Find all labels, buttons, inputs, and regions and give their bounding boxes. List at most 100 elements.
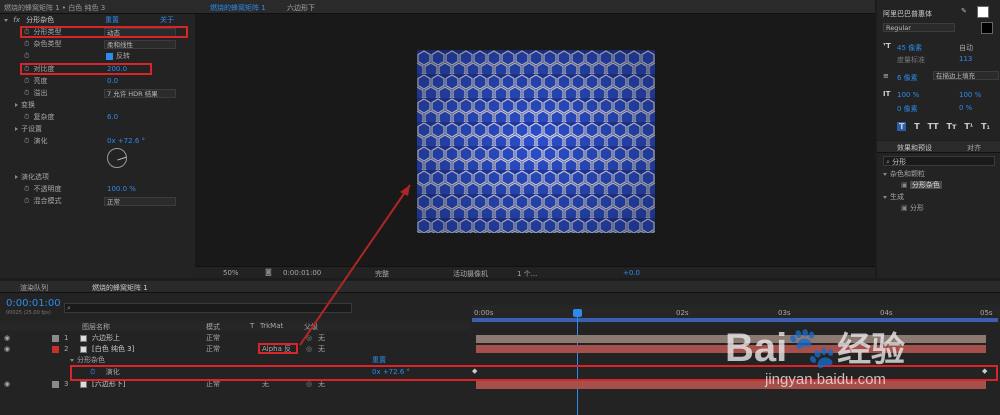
superscript-button[interactable]: T¹ — [964, 122, 973, 131]
camera-icon[interactable]: ◙ — [265, 268, 272, 276]
camera-select[interactable]: 活动摄像机 — [453, 269, 488, 279]
label-color[interactable] — [52, 381, 59, 388]
fx-prop-value[interactable]: 6.0 — [107, 112, 118, 123]
evolution-dial[interactable] — [107, 148, 127, 168]
fx-prop-label: 溢出 — [33, 89, 48, 97]
vscale-value[interactable]: 100 % — [897, 91, 919, 99]
checkbox-icon[interactable] — [106, 53, 113, 60]
visibility-icon[interactable]: ◉ — [4, 345, 10, 353]
preset-item-fractal-noise[interactable]: ▣ 分形杂色 — [901, 180, 942, 190]
stopwatch-icon[interactable]: ⏱ — [24, 52, 29, 60]
playhead[interactable] — [577, 309, 578, 415]
fx-prop-value[interactable]: 100.0 % — [107, 184, 136, 195]
small-caps-button[interactable]: Tт — [946, 122, 956, 131]
composition-canvas[interactable] — [417, 50, 655, 233]
fx-prop-dropdown[interactable]: 正常 — [104, 197, 176, 206]
fx-prop-row[interactable]: 演化选项 — [0, 172, 195, 183]
font-family-field[interactable]: 阿里巴巴普惠体 — [883, 9, 951, 19]
quality-select[interactable]: 完整 — [375, 269, 389, 279]
fx-prop-row[interactable]: ⏱ 亮度 0.0 — [0, 76, 195, 87]
tab-render-queue[interactable]: 渲染队列 — [20, 283, 48, 293]
fx-prop-value[interactable]: 0x +72.6 ° — [107, 136, 145, 147]
fx-prop-row[interactable]: ⏱ 反转 — [0, 51, 195, 62]
stopwatch-icon[interactable]: ⏱ — [24, 197, 29, 205]
fx-prop-checkbox[interactable]: 反转 — [116, 51, 130, 62]
layer-parent[interactable]: 无 — [318, 344, 325, 355]
eyedropper-icon[interactable]: ✎ — [961, 7, 967, 15]
about-link[interactable]: 关于 — [160, 15, 174, 26]
leading-value[interactable]: 自动 — [959, 43, 973, 53]
tsume-value[interactable]: 0 % — [959, 104, 972, 112]
watermark-brand2: 经验 — [837, 331, 906, 369]
parent-pickwhip-icon[interactable]: ◎ — [306, 344, 312, 355]
layer-name[interactable]: [白色 纯色 3] — [92, 344, 134, 355]
fx-prop-row[interactable]: ⏱ 不透明度 100.0 % — [0, 184, 195, 195]
layer-mode[interactable]: 正常 — [206, 333, 220, 344]
expand-icon[interactable] — [15, 127, 18, 131]
layer-search-field[interactable]: ⌕ — [64, 303, 352, 313]
tab-effects-presets[interactable]: 效果和预设 — [897, 143, 932, 153]
label-color[interactable] — [52, 346, 59, 353]
preset-group-generate[interactable]: 生成 — [883, 192, 904, 202]
hscale-value[interactable]: 100 % — [959, 91, 981, 99]
time-ruler[interactable]: 0:00s 02s 03s 04s 05s — [472, 305, 1000, 323]
expand-icon[interactable] — [15, 103, 18, 107]
effects-search-field[interactable]: ⌕ 分形 — [883, 156, 995, 166]
stroke-width-value[interactable]: 6 像素 — [897, 73, 918, 83]
subscript-button[interactable]: T₁ — [981, 122, 990, 131]
zoom-select[interactable]: 50% — [223, 269, 239, 277]
expand-icon[interactable] — [4, 18, 8, 22]
fx-prop-row[interactable]: 子设置 — [0, 124, 195, 135]
faux-italic-button[interactable]: T — [914, 122, 919, 131]
parent-pickwhip-icon[interactable]: ◎ — [306, 333, 312, 344]
current-time[interactable]: 0:00:01:00 — [283, 269, 321, 277]
layer-row[interactable]: ◉ 1 六边形上 正常 ◎ 无 — [0, 333, 470, 344]
font-size-value[interactable]: 45 像素 — [897, 43, 922, 53]
stroke-mode-select[interactable]: 在描边上填充 — [933, 71, 999, 80]
tab-align[interactable]: 对齐 — [967, 143, 981, 153]
fx-prop-row[interactable]: ⏱ 混合模式 正常 — [0, 196, 195, 207]
layer-mode[interactable]: 正常 — [206, 344, 220, 355]
baseline-value[interactable]: 0 像素 — [897, 104, 918, 114]
tracking-value[interactable]: 113 — [959, 55, 972, 63]
fx-prop-dropdown[interactable]: 柔和线性 — [104, 40, 176, 49]
stopwatch-icon[interactable]: ⏱ — [24, 40, 29, 48]
fill-swatch[interactable] — [977, 6, 989, 18]
kerning-value[interactable]: 度量标准 — [897, 55, 925, 65]
preset-item-fractal[interactable]: ▣ 分形 — [901, 203, 924, 213]
stopwatch-icon[interactable]: ⏱ — [24, 77, 29, 85]
label-color[interactable] — [52, 335, 59, 342]
expand-icon[interactable] — [15, 175, 18, 179]
fx-header-row[interactable]: fx 分形杂色 重置 关于 — [0, 15, 195, 26]
visibility-icon[interactable]: ◉ — [4, 380, 10, 388]
fx-prop-row[interactable]: ⏱ 复杂度 6.0 — [0, 112, 195, 123]
visibility-icon[interactable]: ◉ — [4, 334, 10, 342]
all-caps-button[interactable]: TT — [928, 122, 939, 131]
stopwatch-icon[interactable]: ⏱ — [24, 185, 29, 193]
views-select[interactable]: 1 个... — [517, 269, 537, 279]
timeline-timecode[interactable]: 0:00:01:00 — [6, 298, 61, 309]
fx-prop-row[interactable]: ⏱ 演化 0x +72.6 ° — [0, 136, 195, 147]
tab-comp-lower[interactable]: 六边形下 — [287, 3, 315, 13]
font-style-select[interactable]: Regular — [883, 23, 955, 32]
fx-prop-row[interactable]: ⏱ 杂色类型 柔和线性 — [0, 39, 195, 50]
faux-bold-button[interactable]: T — [897, 122, 907, 131]
playhead-handle[interactable] — [573, 309, 582, 317]
tab-comp-main[interactable]: 燃烧的蜂窝矩阵 1 — [210, 3, 266, 13]
reset-link[interactable]: 重置 — [105, 15, 119, 26]
exposure-value[interactable]: +0.0 — [623, 269, 640, 277]
fx-prop-row[interactable]: ⏱ 溢出 7 允许 HDR 结果 — [0, 88, 195, 99]
stroke-swatch[interactable] — [981, 22, 993, 34]
stopwatch-icon[interactable]: ⏱ — [24, 137, 29, 145]
fx-prop-dropdown[interactable]: 7 允许 HDR 结果 — [104, 89, 176, 98]
stopwatch-icon[interactable]: ⏱ — [24, 89, 29, 97]
stopwatch-icon[interactable]: ⏱ — [24, 113, 29, 121]
fx-prop-row[interactable]: 变换 — [0, 100, 195, 111]
tab-timeline-comp[interactable]: 燃烧的蜂窝矩阵 1 — [92, 283, 148, 293]
preset-group-noise[interactable]: 杂色和颗粒 — [883, 169, 925, 179]
fx-prop-value[interactable]: 0.0 — [107, 76, 118, 87]
layer-name[interactable]: 六边形上 — [92, 333, 120, 344]
effect-icon: ▣ — [901, 204, 908, 212]
layer-row[interactable]: ◉ 2 [白色 纯色 3] 正常 Alpha 反 ◎ 无 — [0, 344, 470, 355]
layer-parent[interactable]: 无 — [318, 333, 325, 344]
